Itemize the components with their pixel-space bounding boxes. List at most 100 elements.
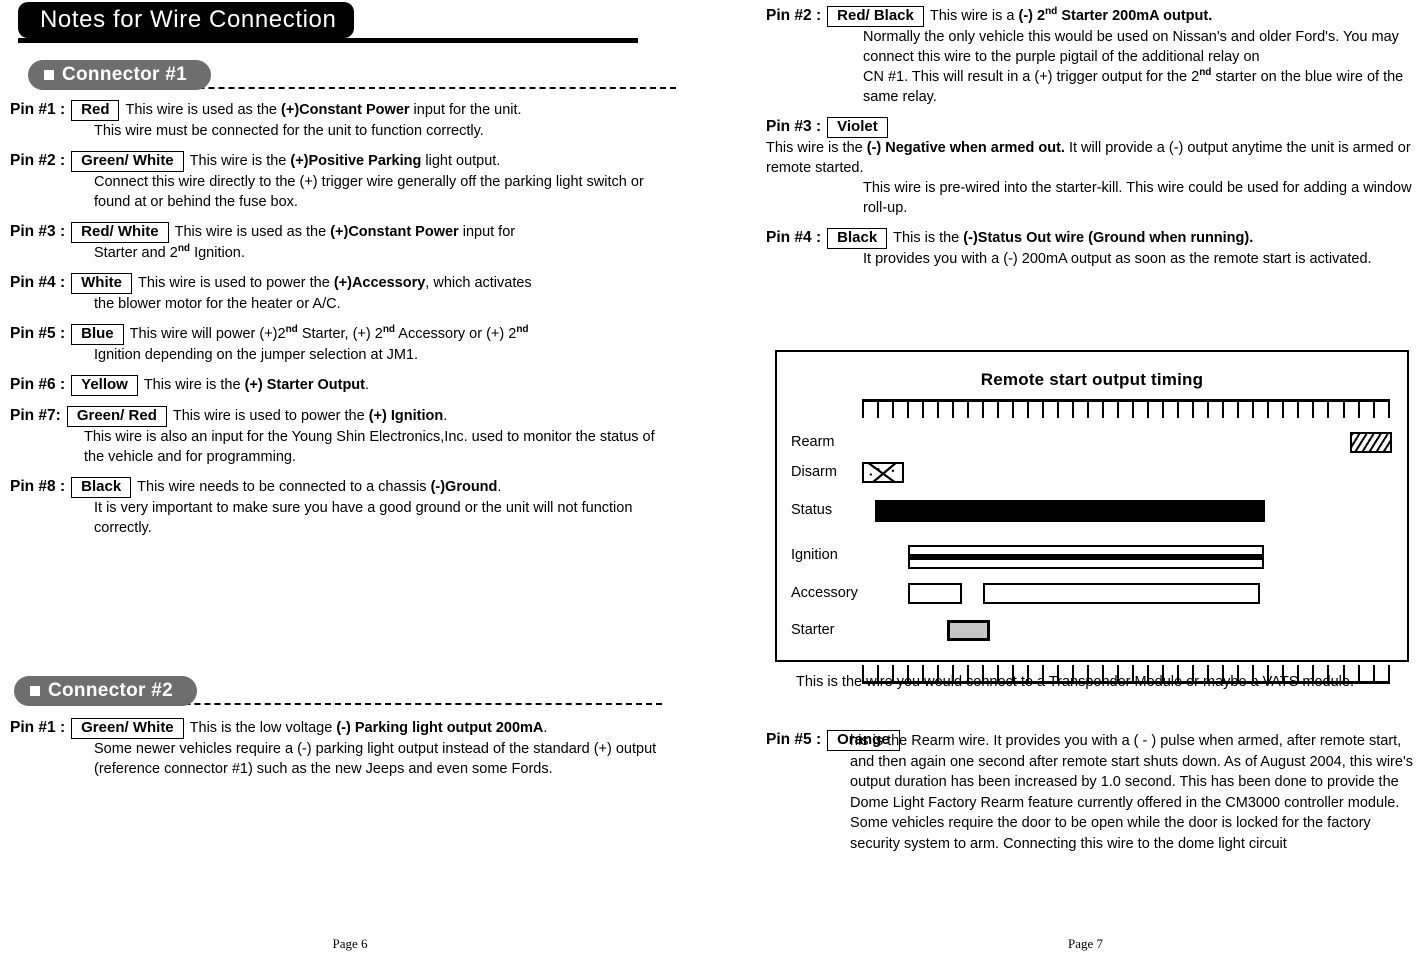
- ruler-tick: [1387, 402, 1390, 418]
- pin-description: This wire is the (+) Starter Output.: [143, 377, 370, 393]
- right-pin-list: Pin #2 : Red/ Black This wire is a (-) 2…: [766, 6, 1416, 279]
- connector-1-pill: Connector #1: [28, 60, 212, 90]
- wire-color-box: Red: [71, 100, 120, 121]
- pin-label: Pin #2 :: [766, 7, 822, 24]
- ruler-tick: [1012, 402, 1015, 418]
- trace-row-ignition: Ignition: [777, 545, 1407, 569]
- ruler-tick: [862, 402, 864, 418]
- pin-label: Pin #4 :: [766, 229, 822, 246]
- ruler-tick: [1342, 402, 1345, 418]
- pin-entry: Pin #4 : Black This is the (-)Status Out…: [766, 228, 1416, 269]
- pin-label: Pin #5 :: [10, 325, 66, 342]
- pin-entry: Pin #3 : Violet This wire is the (-) Neg…: [766, 117, 1416, 218]
- ruler-tick: [1372, 402, 1375, 418]
- pin-continuation: This wire is also an input for the Young…: [84, 429, 655, 465]
- connector-1-header: Connector #1: [28, 60, 688, 92]
- pin-description: This wire is the (-) Negative when armed…: [766, 140, 1411, 176]
- pin-entry: Pin #2 : Green/ White This wire is the (…: [10, 151, 670, 212]
- wire-color-box: Yellow: [71, 375, 138, 396]
- pin-entry: Pin #8 : Black This wire needs to be con…: [10, 477, 670, 538]
- pin-entry: Pin #5 : Orange his is the Rearm wire. I…: [766, 730, 1416, 854]
- ruler-tick: [1132, 402, 1135, 418]
- ruler-tick: [1327, 402, 1330, 418]
- ruler-tick: [1222, 402, 1225, 418]
- pin-entry: Pin #6 : Yellow This wire is the (+) Sta…: [10, 375, 670, 396]
- ruler-tick: [1117, 402, 1120, 418]
- timing-ruler-top: [862, 399, 1390, 419]
- pin-continuation: It provides you with a (-) 200mA output …: [863, 251, 1372, 267]
- pin-continuation: Connect this wire directly to the (+) tr…: [94, 174, 644, 210]
- trace-bar-starter: [947, 620, 990, 641]
- ruler-tick: [967, 402, 970, 418]
- pin-entry: Pin #4 : White This wire is used to powe…: [10, 273, 670, 314]
- ruler-tick: [1102, 402, 1105, 418]
- pin-description: This wire is used to power the (+) Ignit…: [172, 408, 448, 424]
- ruler-tick: [1042, 402, 1045, 418]
- pin-continuation: It is very important to make sure you ha…: [94, 500, 633, 536]
- connector-2-pin-list: Pin #1 : Green/ White This is the low vo…: [10, 718, 680, 779]
- ruler-tick: [1177, 402, 1180, 418]
- pin-label: Pin #1 :: [10, 101, 66, 118]
- ruler-tick: [1087, 402, 1090, 418]
- ruler-tick: [1027, 402, 1030, 418]
- ruler-tick: [1357, 402, 1360, 418]
- trace-row-disarm: Disarm: [777, 462, 1407, 486]
- ruler-tick: [937, 402, 940, 418]
- pin-continuation: Some newer vehicles require a (-) parkin…: [94, 741, 657, 777]
- trace-row-starter: Starter: [777, 620, 1407, 644]
- pin-description: This wire needs to be connected to a cha…: [137, 479, 502, 495]
- pin-description: This wire is used as the (+)Constant Pow…: [125, 102, 522, 118]
- pin-continuation: Starter and 2nd Ignition.: [94, 243, 245, 261]
- ruler-tick: [1162, 402, 1165, 418]
- wire-color-box: Black: [827, 228, 888, 249]
- pin-label: Pin #3 :: [10, 223, 66, 240]
- pin-continuation: This wire is pre-wired into the starter-…: [863, 180, 1412, 216]
- pin-label: Pin #6 :: [10, 376, 66, 393]
- pin-entry: Pin #3 : Red/ White This wire is used as…: [10, 222, 670, 263]
- ruler-tick: [1282, 402, 1285, 418]
- ruler-tick: [1312, 402, 1315, 418]
- title-pill: Notes for Wire Connection: [18, 2, 355, 38]
- trace-bar-ignition: [908, 545, 1264, 569]
- trace-label-disarm: Disarm: [791, 464, 837, 480]
- pin-description: This wire is used to power the (+)Access…: [137, 275, 532, 291]
- page-left: Notes for Wire Connection Connector #1 P…: [0, 0, 700, 962]
- pin-continuation: This wire must be connected for the unit…: [94, 123, 484, 139]
- wire-color-box: Green/ White: [71, 151, 184, 172]
- pin-continuation: CN #1. This will result in a (+) trigger…: [863, 67, 1404, 105]
- ruler-tick: [1207, 402, 1210, 418]
- wire-color-box: Green/ White: [71, 718, 184, 739]
- pin-entry: Pin #1 : Green/ White This is the low vo…: [10, 718, 680, 779]
- ruler-tick: [907, 402, 910, 418]
- pin-description: This wire is used as the (+)Constant Pow…: [174, 224, 516, 240]
- trace-bar-rearm: [1350, 432, 1392, 453]
- ruler-tick: [1237, 402, 1240, 418]
- page-number-left: Page 6: [332, 936, 368, 951]
- pin-description: This wire will power (+)2nd Starter, (+)…: [129, 324, 529, 342]
- pin-description: This is the low voltage (-) Parking ligh…: [189, 720, 548, 736]
- wire-color-box: Black: [71, 477, 132, 498]
- pin-label: Pin #4 :: [10, 274, 66, 291]
- ruler-tick: [982, 402, 985, 418]
- pin-entry: Pin #5 : Blue This wire will power (+)2n…: [10, 324, 670, 365]
- wire-color-box: Red/ Black: [827, 6, 924, 27]
- ruler-tick: [1252, 402, 1255, 418]
- ruler-tick: [877, 402, 880, 418]
- square-bullet-icon: [44, 70, 54, 80]
- timing-diagram-plot: Rearm Disarm Status Ignition Accessory S…: [777, 396, 1407, 684]
- trace-row-rearm: Rearm: [777, 432, 1407, 456]
- ruler-tick: [997, 402, 1000, 418]
- square-bullet-icon: [30, 686, 40, 696]
- pin-entry: Pin #1 : Red This wire is used as the (+…: [10, 100, 670, 141]
- connector-2-label: Connector #2: [48, 680, 174, 701]
- trace-bar-disarm: [862, 462, 904, 483]
- wire-color-box: Red/ White: [71, 222, 169, 243]
- pin-continuation: Normally the only vehicle this would be …: [863, 29, 1399, 65]
- ruler-tick: [892, 402, 895, 418]
- page-right: Pin #2 : Red/ Black This wire is a (-) 2…: [752, 0, 1419, 962]
- pin-continuation: Ignition depending on the jumper selecti…: [94, 347, 419, 363]
- pin-label: Pin #5 :: [766, 731, 822, 748]
- trace-row-status: Status: [777, 500, 1407, 524]
- pin-entry: Pin #2 : Red/ Black This wire is a (-) 2…: [766, 6, 1416, 107]
- pin-label: Pin #2 :: [10, 152, 66, 169]
